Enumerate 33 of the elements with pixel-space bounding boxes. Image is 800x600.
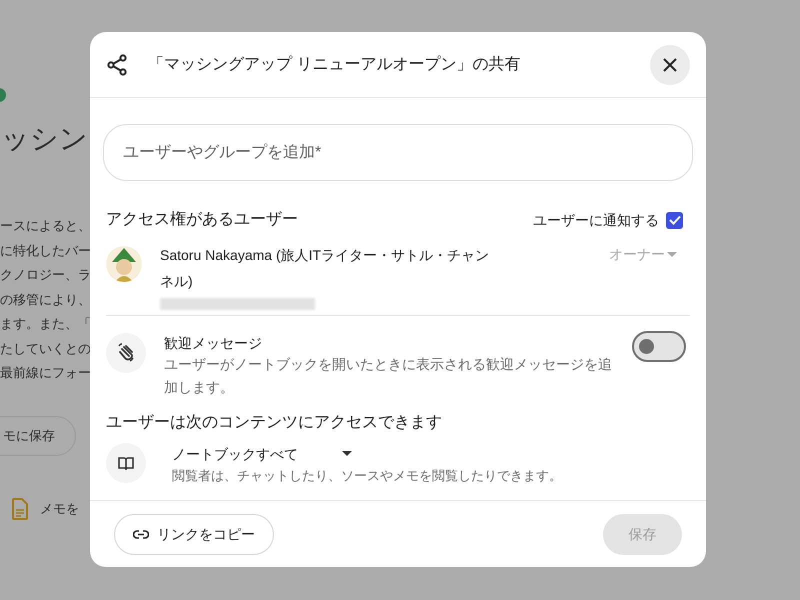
copy-link-button[interactable]: リンクをコピー <box>114 514 274 554</box>
paragraph-line: クノロジー、ラ <box>0 266 90 284</box>
paragraph-line: ースによると、 <box>0 217 90 235</box>
section-heading: アクセス権があるユーザー <box>106 210 298 230</box>
share-icon <box>107 54 127 76</box>
dialog-title: 「マッシングアップ リニューアルオープン」の共有 <box>148 54 522 74</box>
caret-icon <box>342 451 352 457</box>
section-heading: ユーザーは次のコンテンツにアクセスできます <box>105 413 443 433</box>
avatar <box>106 246 142 282</box>
welcome-title: 歓迎メッセージ <box>164 334 263 353</box>
paragraph-line: たしていくとの <box>0 340 90 358</box>
scope-description: 閲覧者は、チャットしたり、ソースやメモを閲覧したりできます。 <box>172 467 562 485</box>
scope-dropdown[interactable]: ノートブックすべて <box>172 444 352 464</box>
book-icon <box>106 443 146 483</box>
link-icon <box>133 530 149 538</box>
notify-checkbox[interactable] <box>666 212 683 228</box>
document-icon <box>12 498 28 520</box>
paragraph-line: に特化したバー <box>0 242 90 260</box>
add-people-field[interactable]: ユーザーやグループを追加* <box>103 124 693 181</box>
paragraph-line: の移管により、 <box>0 290 90 308</box>
page-title: ッシン <box>1 122 88 156</box>
welcome-toggle[interactable] <box>632 331 686 362</box>
user-name: Satoru Nakayama (旅人ITライター・サトル・チャンネル) <box>160 246 490 291</box>
welcome-description: ユーザーがノートブックを開いたときに表示される歓迎メッセージを追加します。 <box>164 355 613 397</box>
close-icon <box>663 58 677 72</box>
checkbox-label: ユーザーに通知する <box>533 210 659 230</box>
paragraph-line: ます。また、「 <box>0 315 90 333</box>
wave-icon <box>106 333 146 373</box>
paragraph-line: 最前線にフォー <box>0 364 90 382</box>
note-item[interactable]: メモを <box>40 499 79 519</box>
save-to-note-button[interactable]: モに保存 <box>0 416 76 456</box>
caret-icon <box>667 252 677 258</box>
close-button[interactable] <box>650 44 690 84</box>
